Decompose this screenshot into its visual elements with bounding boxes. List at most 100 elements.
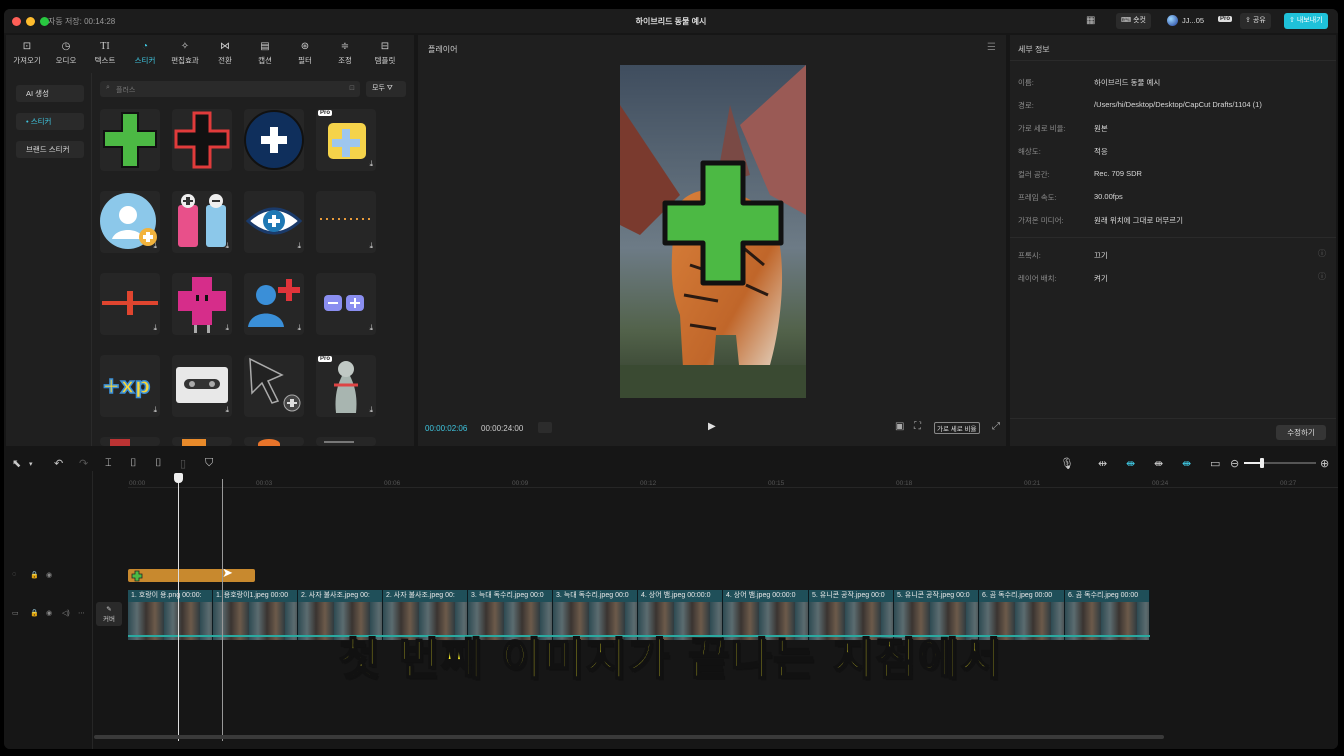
proxy-value[interactable]: 끄기 [1094, 250, 1108, 261]
preview-image [620, 65, 806, 398]
sticker-partial-1[interactable] [100, 437, 160, 446]
sticker-partial-2[interactable] [172, 437, 232, 446]
sticker-clip[interactable] [128, 569, 255, 582]
download-icon[interactable]: ⤓ [153, 241, 157, 251]
layout-icon[interactable]: ▦ [1086, 15, 1095, 26]
sticker-blue-circle-plus[interactable] [244, 109, 304, 171]
chevron-down-icon[interactable]: ▾ [29, 460, 33, 468]
sticker-cassette-tape[interactable]: ⤓ [172, 355, 232, 417]
sticker-plus-minus-tags[interactable]: ⤓ [172, 191, 232, 253]
select-tool-icon[interactable]: ⬉ [12, 457, 21, 470]
download-icon[interactable]: ⤓ [153, 323, 157, 333]
video-preview[interactable] [620, 65, 806, 398]
split-left-icon[interactable]: ⌷ [130, 457, 137, 470]
sidebar-item-ai-generate[interactable]: AI 생성 [16, 85, 84, 102]
sticker-plus-xp[interactable]: +xp ⤓ [100, 355, 160, 417]
download-icon[interactable]: ⤓ [225, 241, 229, 251]
preview-axis-icon[interactable]: ⇼ [1182, 457, 1191, 470]
download-icon[interactable]: ⤓ [225, 405, 229, 415]
download-icon[interactable]: ⤓ [297, 323, 301, 333]
playhead-handle[interactable] [174, 473, 183, 483]
avatar[interactable] [1167, 15, 1178, 26]
share-button[interactable]: ⇪ 공유 [1240, 13, 1271, 29]
sticker-red-outline-plus[interactable] [172, 109, 232, 171]
download-icon[interactable]: ⤓ [369, 241, 373, 251]
zoom-slider-handle[interactable] [1260, 458, 1264, 468]
shortcut-button[interactable]: ⌨ 숏컷 [1116, 13, 1151, 29]
download-icon[interactable]: ⤓ [153, 405, 157, 415]
download-icon[interactable]: ⤓ [369, 323, 373, 333]
tab-template[interactable]: ⊟ 템플릿 [366, 37, 404, 69]
sticker-yellow-box-plus[interactable]: Pro ⤓ [316, 109, 376, 171]
caption-track-icon[interactable]: ▭ [1210, 457, 1220, 470]
tab-audio[interactable]: ◷ 오디오 [47, 37, 85, 69]
menu-icon[interactable]: ☰ [987, 42, 996, 53]
detail-value: Rec. 709 SDR [1094, 169, 1142, 178]
timeline-scrollbar[interactable] [94, 735, 1164, 739]
mute-icon[interactable]: ◁) [62, 609, 70, 617]
image-search-icon[interactable]: ⊡ [349, 84, 355, 92]
tab-filter[interactable]: ⊛ 필터 [286, 37, 324, 69]
fullscreen-icon[interactable]: ⤢ [992, 421, 1000, 432]
sticker-add-user[interactable]: ⤓ [244, 273, 304, 335]
tab-import[interactable]: ⊡ 가져오기 [8, 37, 46, 69]
download-icon[interactable]: ⤓ [369, 405, 373, 415]
ruler-label: 00:21 [1024, 480, 1041, 487]
track-hide-icon[interactable]: ◌ [12, 571, 16, 578]
delete-icon[interactable]: ▯ [180, 457, 186, 470]
capcut-window: 자동 저장: 00:14:28 하이브리드 동물 예시 ▦ ⌨ 숏컷 JJ...… [4, 9, 1338, 749]
lock-icon[interactable]: 🔒 [30, 609, 39, 617]
sticker-eye-plus[interactable]: ⤓ [244, 191, 304, 253]
sticker-cursor-plus[interactable] [244, 355, 304, 417]
tab-adjust[interactable]: ≑ 조정 [326, 37, 364, 69]
sticker-dotted-line[interactable]: ⤓ [316, 191, 376, 253]
search-input[interactable]: ⌕ 플러스 ⊡ [100, 81, 360, 97]
fullscreen-focus-icon[interactable]: ⛶ [914, 421, 921, 432]
split-icon[interactable]: ⌶ [105, 457, 112, 470]
sticker-minus-plus-buttons[interactable]: ⤓ [316, 273, 376, 335]
tab-effects[interactable]: ✧ 편집효과 [166, 37, 204, 69]
link-icon[interactable]: ⇹ [1098, 457, 1107, 470]
eye-icon[interactable]: ◉ [46, 571, 52, 579]
download-icon[interactable]: ⤓ [297, 241, 301, 251]
lock-icon[interactable]: 🔒 [30, 571, 39, 579]
sticker-partial-4[interactable] [316, 437, 376, 446]
marker-icon[interactable]: ⛉ [205, 457, 213, 470]
sticker-add-user-circle[interactable]: ⤓ [100, 191, 160, 253]
tab-transition[interactable]: ⋈ 전환 [206, 37, 244, 69]
more-icon[interactable]: ⋯ [78, 609, 85, 617]
aspect-ratio-button[interactable]: 가로 세로 비율 [934, 422, 980, 434]
sticker-statue-figure[interactable]: Pro ⤓ [316, 355, 376, 417]
tab-text[interactable]: TI 텍스트 [86, 37, 124, 69]
layer-value[interactable]: 켜기 [1094, 273, 1108, 284]
split-right-icon[interactable]: ⌷ [155, 457, 162, 470]
export-button[interactable]: ⇧ 내보내기 [1284, 13, 1328, 29]
info-icon[interactable]: ⓘ [1318, 271, 1326, 282]
sticker-red-line-plus[interactable]: ⤓ [100, 273, 160, 335]
sticker-green-plus[interactable] [100, 109, 160, 171]
undo-icon[interactable]: ↶ [54, 457, 63, 470]
magnet-icon[interactable]: ⇼ [1126, 457, 1135, 470]
play-icon[interactable]: ▶ [708, 421, 716, 432]
tab-sticker[interactable]: ◔ 스티커 [126, 37, 164, 69]
eye-icon[interactable]: ◉ [46, 609, 52, 617]
sidebar-item-brand-sticker[interactable]: 브랜드 스티커 [16, 141, 84, 158]
zoom-in-icon[interactable]: ⊕ [1320, 457, 1329, 470]
sidebar-item-sticker[interactable]: • 스티커 [16, 113, 84, 130]
fit-icon[interactable]: ▣ [895, 421, 904, 432]
tab-caption[interactable]: ▤ 캡션 [246, 37, 284, 69]
playhead[interactable] [178, 479, 179, 741]
snap-icon[interactable]: ⇼ [1154, 457, 1163, 470]
filter-dropdown[interactable]: 모두 ⛛ [366, 81, 406, 97]
sticker-partial-3[interactable] [244, 437, 304, 446]
sticker-pink-plus-character[interactable]: ⤓ [172, 273, 232, 335]
zoom-out-icon[interactable]: ⊖ [1230, 457, 1239, 470]
download-icon[interactable]: ⤓ [225, 323, 229, 333]
download-icon[interactable]: ⤓ [369, 159, 373, 169]
pro-badge: Pro [318, 110, 333, 116]
edit-button[interactable]: 수정하기 [1276, 425, 1326, 440]
redo-icon[interactable]: ↷ [79, 457, 88, 470]
info-icon[interactable]: ⓘ [1318, 248, 1326, 259]
timecode-badge [538, 422, 552, 433]
microphone-icon[interactable]: 🎙 [1060, 457, 1074, 470]
